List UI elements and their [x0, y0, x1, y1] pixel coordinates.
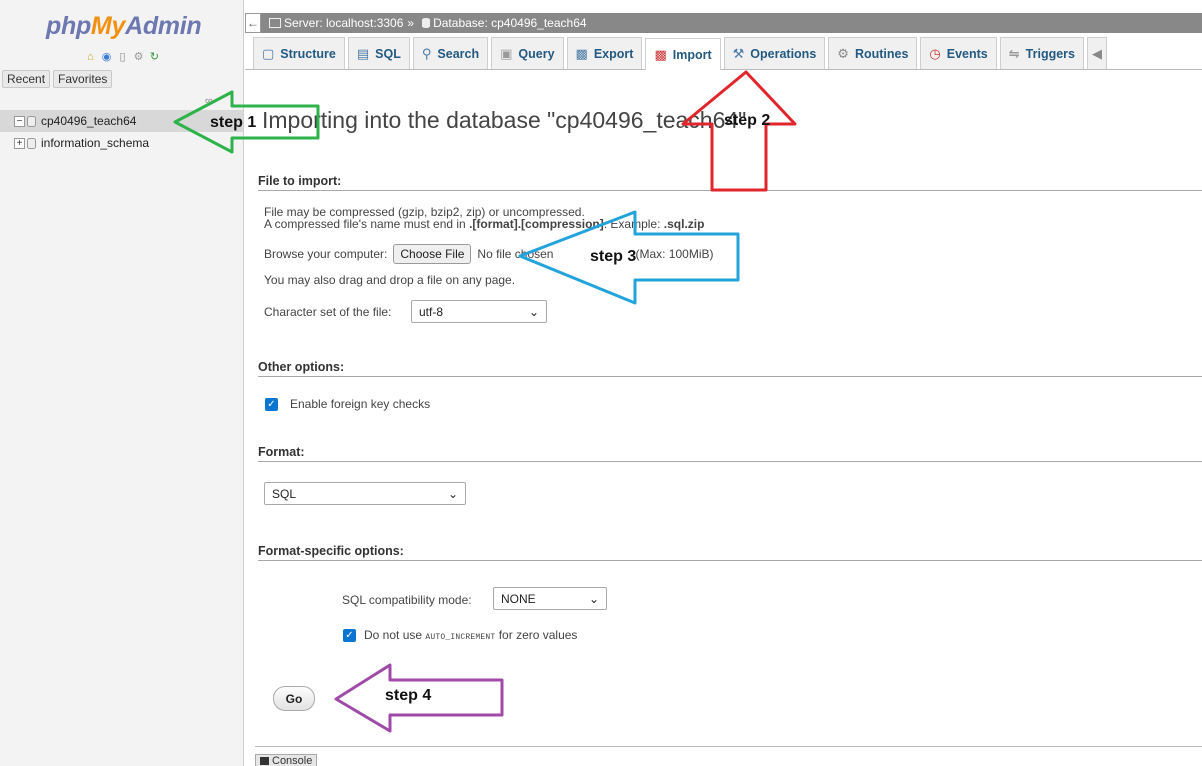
docs-icon[interactable]: ▯	[116, 51, 129, 64]
tab-export[interactable]: ▩ Export	[566, 37, 643, 69]
auto-increment-label[interactable]: Do not use AUTO_INCREMENT for zero value…	[364, 628, 577, 642]
tab-more[interactable]: ◀	[1087, 37, 1107, 69]
format-specific-options-heading: Format-specific options:	[258, 544, 1202, 561]
tab-query[interactable]: ▣ Query	[491, 37, 564, 69]
collapse-icon[interactable]: −	[14, 115, 25, 127]
database-icon	[27, 115, 36, 127]
step1-label: step 1	[210, 114, 257, 131]
database-icon	[27, 137, 36, 149]
chevron-down-icon: ⌄	[528, 304, 539, 319]
file-to-import-heading: File to import:	[258, 174, 1202, 191]
compression-format-note: A compressed file's name must end in .[f…	[264, 217, 705, 231]
step2-label: step 2	[724, 112, 771, 129]
database-icon	[422, 18, 431, 28]
browse-label: Browse your computer:	[264, 247, 388, 261]
triggers-icon: ⇋	[1008, 45, 1020, 61]
sql-compat-select[interactable]: NONE ⌄	[493, 587, 607, 610]
tab-bar: ▢ Structure ▤ SQL ⚲ Search ▣ Query ▩ Export ▩…	[245, 37, 1202, 70]
expand-icon[interactable]: +	[14, 137, 25, 149]
tab-search[interactable]: ⚲ Search	[412, 37, 489, 69]
logout-icon[interactable]: ◉	[100, 51, 113, 64]
breadcrumb-database[interactable]: Database: cp40496_teach64	[433, 16, 586, 30]
no-file-chosen-text: No file chosen	[477, 247, 554, 261]
database-tree: − cp40496_teach64 + information_schema	[0, 110, 243, 154]
console-button[interactable]: Console	[255, 754, 318, 766]
console-icon	[260, 756, 269, 765]
arrow-left-icon[interactable]: ←	[245, 13, 261, 33]
footer-divider	[255, 746, 1202, 751]
auto-increment-checkbox[interactable]: ✓	[343, 628, 356, 642]
tab-events[interactable]: ◷ Events	[920, 37, 997, 69]
routines-icon: ⚙	[837, 45, 849, 61]
charset-select[interactable]: utf-8 ⌄	[411, 300, 547, 323]
link-icon[interactable]: ∞	[205, 95, 213, 107]
foreign-key-label[interactable]: Enable foreign key checks	[290, 397, 430, 411]
reload-icon[interactable]: ↻	[148, 51, 161, 64]
chevron-down-icon: ⌄	[447, 486, 458, 501]
clock-icon: ◷	[929, 45, 941, 61]
import-icon: ▩	[654, 46, 667, 62]
foreign-key-row: ✓ Enable foreign key checks	[265, 397, 430, 411]
database-name[interactable]: cp40496_teach64	[41, 114, 136, 128]
auto-increment-row: ✓ Do not use AUTO_INCREMENT for zero val…	[343, 628, 577, 642]
go-button[interactable]: Go	[273, 686, 315, 711]
query-icon: ▣	[500, 45, 513, 61]
structure-icon: ▢	[262, 45, 275, 61]
max-size-text: (Max: 100MiB)	[635, 247, 714, 261]
step3-label: step 3	[590, 248, 637, 265]
format-select[interactable]: SQL ⌄	[264, 482, 466, 505]
settings-gear-icon[interactable]: ⚙	[132, 51, 145, 64]
tab-operations[interactable]: ⚒ Operations	[723, 37, 826, 69]
server-icon	[269, 18, 281, 28]
drag-drop-text: You may also drag and drop a file on any…	[264, 273, 516, 287]
sql-icon: ▤	[356, 45, 370, 61]
page-title: Importing into the database "cp40496_tea…	[262, 107, 747, 133]
choose-file-button[interactable]: Choose File	[393, 244, 472, 264]
tab-routines[interactable]: ⚙ Routines	[828, 37, 918, 69]
tab-structure[interactable]: ▢ Structure	[253, 37, 345, 69]
export-icon: ▩	[575, 45, 588, 61]
chevron-down-icon: ⌄	[588, 591, 599, 606]
browse-row: Browse your computer: Choose File No fil…	[264, 244, 714, 264]
sql-compat-label: SQL compatibility mode:	[342, 593, 472, 607]
tab-sql[interactable]: ▤ SQL	[347, 37, 410, 69]
tree-item-database[interactable]: + information_schema	[0, 132, 243, 154]
step4-label: step 4	[385, 687, 432, 704]
breadcrumb-separator: »	[407, 16, 415, 30]
search-icon: ⚲	[421, 45, 432, 61]
breadcrumb: ← Server: localhost:3306 » Database: cp4…	[245, 13, 1202, 33]
database-name[interactable]: information_schema	[41, 136, 149, 150]
tree-item-database[interactable]: − cp40496_teach64	[0, 110, 243, 132]
other-options-heading: Other options:	[258, 360, 1202, 377]
format-heading: Format:	[258, 445, 1202, 462]
main-content: Importing into the database "cp40496_tea…	[245, 71, 1202, 751]
wrench-icon: ⚒	[732, 45, 745, 61]
home-icon[interactable]: ⌂	[84, 51, 97, 64]
favorites-button[interactable]: Favorites	[53, 70, 113, 88]
phpmyadmin-logo[interactable]: phpMyAdmin	[46, 14, 202, 39]
tab-import[interactable]: ▩ Import	[645, 38, 721, 70]
charset-label: Character set of the file:	[264, 305, 392, 319]
sidebar-icon-bar: ⌂ ◉ ▯ ⚙ ↻	[84, 51, 161, 64]
more-tabs-icon: ◀	[1092, 45, 1102, 61]
breadcrumb-server[interactable]: Server: localhost:3306	[284, 16, 403, 30]
navigation-sidebar: phpMyAdmin ⌂ ◉ ▯ ⚙ ↻ Recent Favorites ∞ …	[0, 0, 244, 766]
tab-triggers[interactable]: ⇋ Triggers	[999, 37, 1084, 69]
foreign-key-checkbox[interactable]: ✓	[265, 397, 278, 411]
recent-favorites-tabs: Recent Favorites	[2, 70, 113, 88]
recent-button[interactable]: Recent	[2, 70, 51, 88]
